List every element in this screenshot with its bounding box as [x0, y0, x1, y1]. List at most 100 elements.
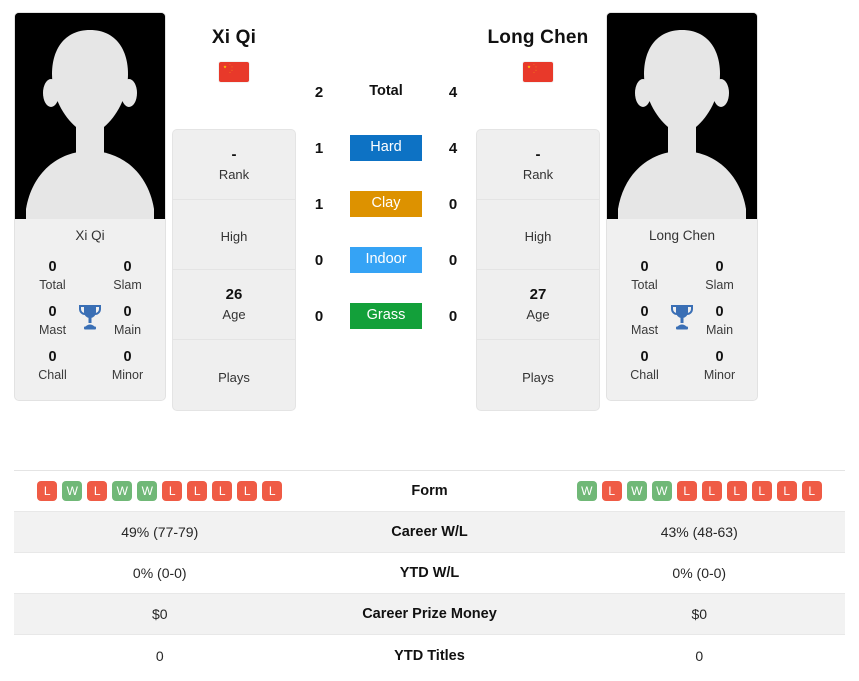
info-rank-right: - Rank [477, 130, 599, 200]
info-rank-left: - Rank [173, 130, 295, 200]
player-photo-card-right: Long Chen 0 Total 0 Slam 0 Mast 0 Main 0… [606, 12, 758, 401]
surface-badge-total: Total [369, 83, 403, 99]
cn-flag-icon-right [523, 62, 553, 82]
surface-right-value-hard: 4 [448, 139, 458, 157]
info-age-value-right: 27 [529, 286, 547, 303]
surface-badge-hard: Hard [350, 135, 422, 161]
surface-left-value-hard: 1 [314, 139, 324, 157]
titles-row-total-slam-left: 0 Total 0 Slam [15, 255, 165, 300]
stat-main-right: 0 Main [682, 303, 757, 339]
stat-slam-value-left: 0 [123, 259, 132, 275]
surface-label-wrap-clay: Clay [336, 191, 436, 217]
stat-value-left-career_wl: 49% (77-79) [121, 524, 199, 540]
stat-main-value-left: 0 [123, 304, 132, 320]
stat-mast-right: 0 Mast [607, 303, 682, 339]
stat-minor-right: 0 Minor [682, 348, 757, 384]
info-age-value-left: 26 [225, 286, 243, 303]
stat-main-left: 0 Main [90, 303, 165, 339]
surface-badge-clay: Clay [350, 191, 422, 217]
form-badge-win: W [112, 481, 133, 501]
surface-row-clay: 1 Clay 0 [302, 176, 470, 232]
form-badge-loss: L [726, 481, 747, 501]
stat-minor-value-left: 0 [123, 349, 132, 365]
stat-total-value-left: 0 [48, 259, 57, 275]
stat-mast-value-right: 0 [640, 304, 649, 320]
info-age-label-left: Age [222, 307, 246, 322]
stat-mast-left: 0 Mast [15, 303, 90, 339]
titles-row-total-slam-right: 0 Total 0 Slam [607, 255, 757, 300]
table-row: $0 Career Prize Money $0 [14, 594, 845, 635]
player-name-left: Xi Qi [211, 27, 257, 48]
stat-slam-label-right: Slam [705, 278, 734, 292]
form-badge-loss: L [776, 481, 797, 501]
info-high-left: High [173, 200, 295, 270]
stat-total-left: 0 Total [15, 258, 90, 294]
info-plays-right: Plays [477, 340, 599, 410]
player-info-column-left: Xi Qi - Rank High 26 Age Plays [172, 12, 296, 411]
player-photo-caption-left: Xi Qi [15, 219, 165, 253]
form-badge-win: W [137, 481, 158, 501]
stat-mast-value-left: 0 [48, 304, 57, 320]
player-photo-left [15, 13, 165, 219]
surface-right-value-grass: 0 [448, 307, 458, 325]
surface-left-value-grass: 0 [314, 307, 324, 325]
form-badges-left: LWLWWLLLLL [14, 481, 306, 501]
stat-main-label-right: Main [705, 323, 734, 337]
surface-row-hard: 1 Hard 4 [302, 120, 470, 176]
stat-minor-left: 0 Minor [90, 348, 165, 384]
stat-label-career_wl: Career W/L [391, 524, 468, 540]
form-badge-loss: L [37, 481, 58, 501]
titles-row-chall-minor-right: 0 Chall 0 Minor [607, 345, 757, 390]
titles-row-mast-main-right: 0 Mast 0 Main [607, 300, 757, 345]
stat-main-label-left: Main [113, 323, 142, 337]
form-badge-win: W [651, 481, 672, 501]
surface-label-wrap-grass: Grass [336, 303, 436, 329]
player-comparison-page: Xi Qi 0 Total 0 Slam 0 Mast 0 Main 0 Cha… [0, 0, 859, 681]
stat-slam-value-right: 0 [715, 259, 724, 275]
form-badge-loss: L [601, 481, 622, 501]
surface-badge-indoor: Indoor [350, 247, 422, 273]
surface-row-total: 2 Total 4 [302, 64, 470, 120]
titles-stat-grid-left: 0 Total 0 Slam 0 Mast 0 Main 0 Chall 0 M… [15, 253, 165, 400]
titles-row-mast-main-left: 0 Mast 0 Main [15, 300, 165, 345]
surface-left-value-clay: 1 [314, 195, 324, 213]
info-plays-label-right: Plays [522, 369, 554, 385]
stat-value-right-career_wl: 43% (48-63) [660, 524, 738, 540]
stat-value-right-ytd_wl: 0% (0-0) [672, 565, 727, 581]
form-badge-win: W [62, 481, 83, 501]
table-row: 0% (0-0) YTD W/L 0% (0-0) [14, 553, 845, 594]
form-badge-loss: L [237, 481, 258, 501]
stat-slam-label-left: Slam [113, 278, 142, 292]
form-badge-loss: L [187, 481, 208, 501]
stat-label-form: Form [411, 483, 448, 499]
info-high-right: High [477, 200, 599, 270]
titles-stat-grid-right: 0 Total 0 Slam 0 Mast 0 Main 0 Chall 0 M… [607, 253, 757, 400]
player-name-right: Long Chen [487, 27, 589, 48]
info-age-label-right: Age [526, 307, 550, 322]
player-flag-wrap-right [476, 62, 600, 84]
surface-right-value-indoor: 0 [448, 251, 458, 269]
info-high-label-right: High [524, 229, 552, 244]
info-age-right: 27 Age [477, 270, 599, 340]
surface-comparison: 2 Total 4 1 Hard 4 1 Clay 0 0 Indoor 0 0 Grass 0 [302, 12, 470, 344]
player-info-card-right: - Rank High 27 Age Plays [476, 129, 600, 411]
stat-value-right-ytd_titles: 0 [695, 647, 704, 664]
player-photo-right [607, 13, 757, 219]
stat-slam-left: 0 Slam [90, 258, 165, 294]
info-rank-label-right: Rank [522, 167, 554, 182]
stat-value-right-career_prize_money: $0 [691, 606, 708, 622]
stat-minor-value-right: 0 [715, 349, 724, 365]
comparison-header: Xi Qi 0 Total 0 Slam 0 Mast 0 Main 0 Cha… [0, 0, 859, 462]
form-badge-loss: L [262, 481, 283, 501]
info-rank-label-left: Rank [218, 167, 250, 182]
stat-mast-label-left: Mast [38, 323, 67, 337]
surface-left-value-indoor: 0 [314, 251, 324, 269]
stat-label-career_prize_money: Career Prize Money [362, 606, 497, 622]
comparison-stats-table: L W L W W L L L L L Form W L W W L L L L L L 49% (77-79) Caree… [14, 470, 845, 676]
table-row: L W L W W L L L L L Form W L W W L L L L L L [14, 471, 845, 512]
surface-label-wrap-hard: Hard [336, 135, 436, 161]
form-badges-right: WLWWLLLLLL [554, 481, 846, 501]
form-badge-loss: L [212, 481, 233, 501]
titles-row-chall-minor-left: 0 Chall 0 Minor [15, 345, 165, 390]
form-badge-loss: L [162, 481, 183, 501]
